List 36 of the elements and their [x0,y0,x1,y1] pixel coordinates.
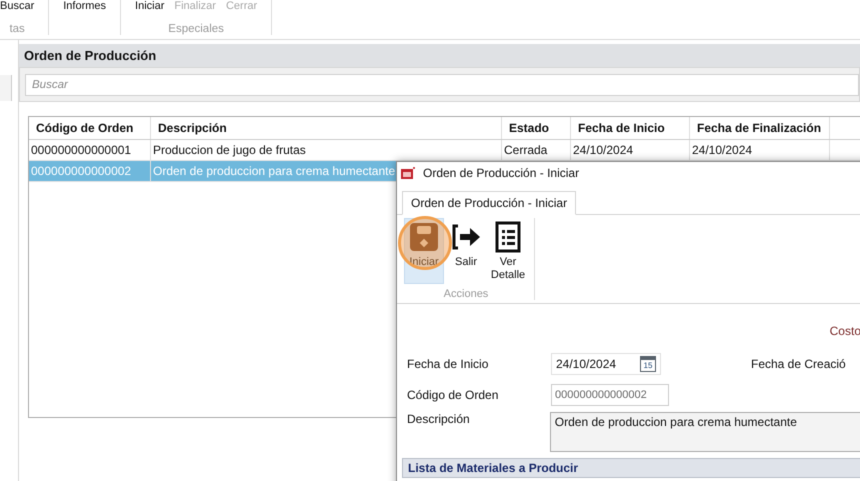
section-header: Lista de Materiales a Producir [402,458,860,478]
panel-title: Orden de Producción [19,44,860,67]
column-header[interactable]: Fecha de Finalización [690,117,830,139]
tab[interactable]: Orden de Producción - Iniciar [402,191,576,215]
column-header[interactable]: Código de Orden [29,117,151,139]
column-header[interactable]: Descripción [151,117,502,139]
field-label: Descripción [407,412,471,426]
app-icon [401,167,415,179]
search-field[interactable]: Buscar [25,74,859,96]
ribbon-group-label: Acciones [444,288,488,300]
ribbon-group-label: tas [9,23,25,35]
ribbon-button[interactable]: Iniciar [135,0,164,13]
dialog-title: Orden de Producción - Iniciar [423,166,580,180]
table-cell: 24/10/2024 [692,143,752,157]
ribbon-button[interactable]: Buscar [0,0,34,13]
table-cell: 000000000000001 [31,143,132,157]
click-highlight [398,216,452,270]
column-header[interactable]: Fecha de Inicio [571,117,690,139]
table-cell: 24/10/2024 [573,143,634,157]
action-button[interactable]: Iniciar [404,218,444,284]
save-icon [408,221,440,253]
column-header[interactable]: Estado [502,117,571,139]
table-cell: Orden de produccion para crema humectante [153,164,396,178]
calendar-icon[interactable]: 15 [640,356,656,372]
field-label: Fecha de Creació [751,357,846,371]
ribbon-group-label: Especiales [168,23,224,35]
table-cell: Produccion de jugo de frutas [153,143,306,157]
description-field[interactable]: Orden de produccion para crema humectante [550,412,860,452]
date-field[interactable]: 24/10/2024 15 [551,353,661,375]
field-label: Fecha de Inicio [407,357,490,371]
action-button[interactable]: Salir [446,218,486,285]
action-button[interactable]: Ver Detalle [488,218,528,285]
ribbon-button[interactable]: Informes [63,0,106,13]
table-cell: Cerrada [504,143,548,157]
table-cell: 000000000000002 [31,164,132,178]
field-label: Código de Orden [407,388,500,402]
